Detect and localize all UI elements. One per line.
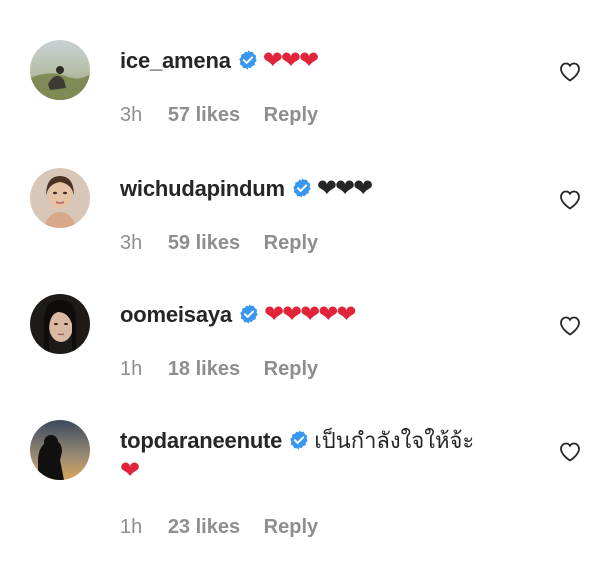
heart-outline-icon[interactable] [558,314,582,336]
likes-count[interactable]: 57 likes [168,104,240,126]
comment-text: ❤❤❤ [262,47,319,74]
reply-button[interactable]: Reply [264,358,318,380]
username[interactable]: wichudapindum [120,176,285,201]
comment-text: เป็นกำลังใจให้จ้ะ [314,428,475,453]
verified-badge-icon [240,304,258,324]
reply-button[interactable]: Reply [264,232,318,254]
username[interactable]: topdaraneenute [120,428,282,453]
comment-time[interactable]: 3h [120,104,142,126]
comment-header: oomeisaya ❤❤❤❤❤ [120,300,540,330]
comment-time[interactable]: 3h [120,232,142,254]
heart-outline-icon[interactable] [558,188,582,210]
username[interactable]: ice_amena [120,48,231,73]
comment-time[interactable]: 1h [120,516,142,538]
reply-button[interactable]: Reply [264,104,318,126]
comment-text: ❤❤❤❤❤ [263,301,357,328]
comment-meta: 1h 18 likes Reply [120,358,336,381]
comment-header: topdaraneenute เป็นกำลังใจให้จ้ะ ❤ [120,426,540,486]
heart-outline-icon[interactable] [558,440,582,462]
avatar[interactable] [30,168,90,228]
comment-meta: 1h 23 likes Reply [120,516,336,539]
reply-button[interactable]: Reply [264,516,318,538]
likes-count[interactable]: 23 likes [168,516,240,538]
comment-header: wichudapindum ❤❤❤ [120,174,540,204]
verified-badge-icon [293,178,311,198]
verified-badge-icon [239,50,257,70]
comment-meta: 3h 59 likes Reply [120,232,336,255]
comment-text: ❤❤❤ [316,175,373,202]
comment-time[interactable]: 1h [120,358,142,380]
comment-meta: 3h 57 likes Reply [120,104,336,127]
comment-header: ice_amena ❤❤❤ [120,46,540,76]
avatar[interactable] [30,420,90,480]
likes-count[interactable]: 18 likes [168,358,240,380]
username[interactable]: oomeisaya [120,302,232,327]
comment-emoji: ❤ [120,457,140,484]
likes-count[interactable]: 59 likes [168,232,240,254]
avatar[interactable] [30,40,90,100]
heart-outline-icon[interactable] [558,60,582,82]
verified-badge-icon [290,430,308,450]
avatar[interactable] [30,294,90,354]
